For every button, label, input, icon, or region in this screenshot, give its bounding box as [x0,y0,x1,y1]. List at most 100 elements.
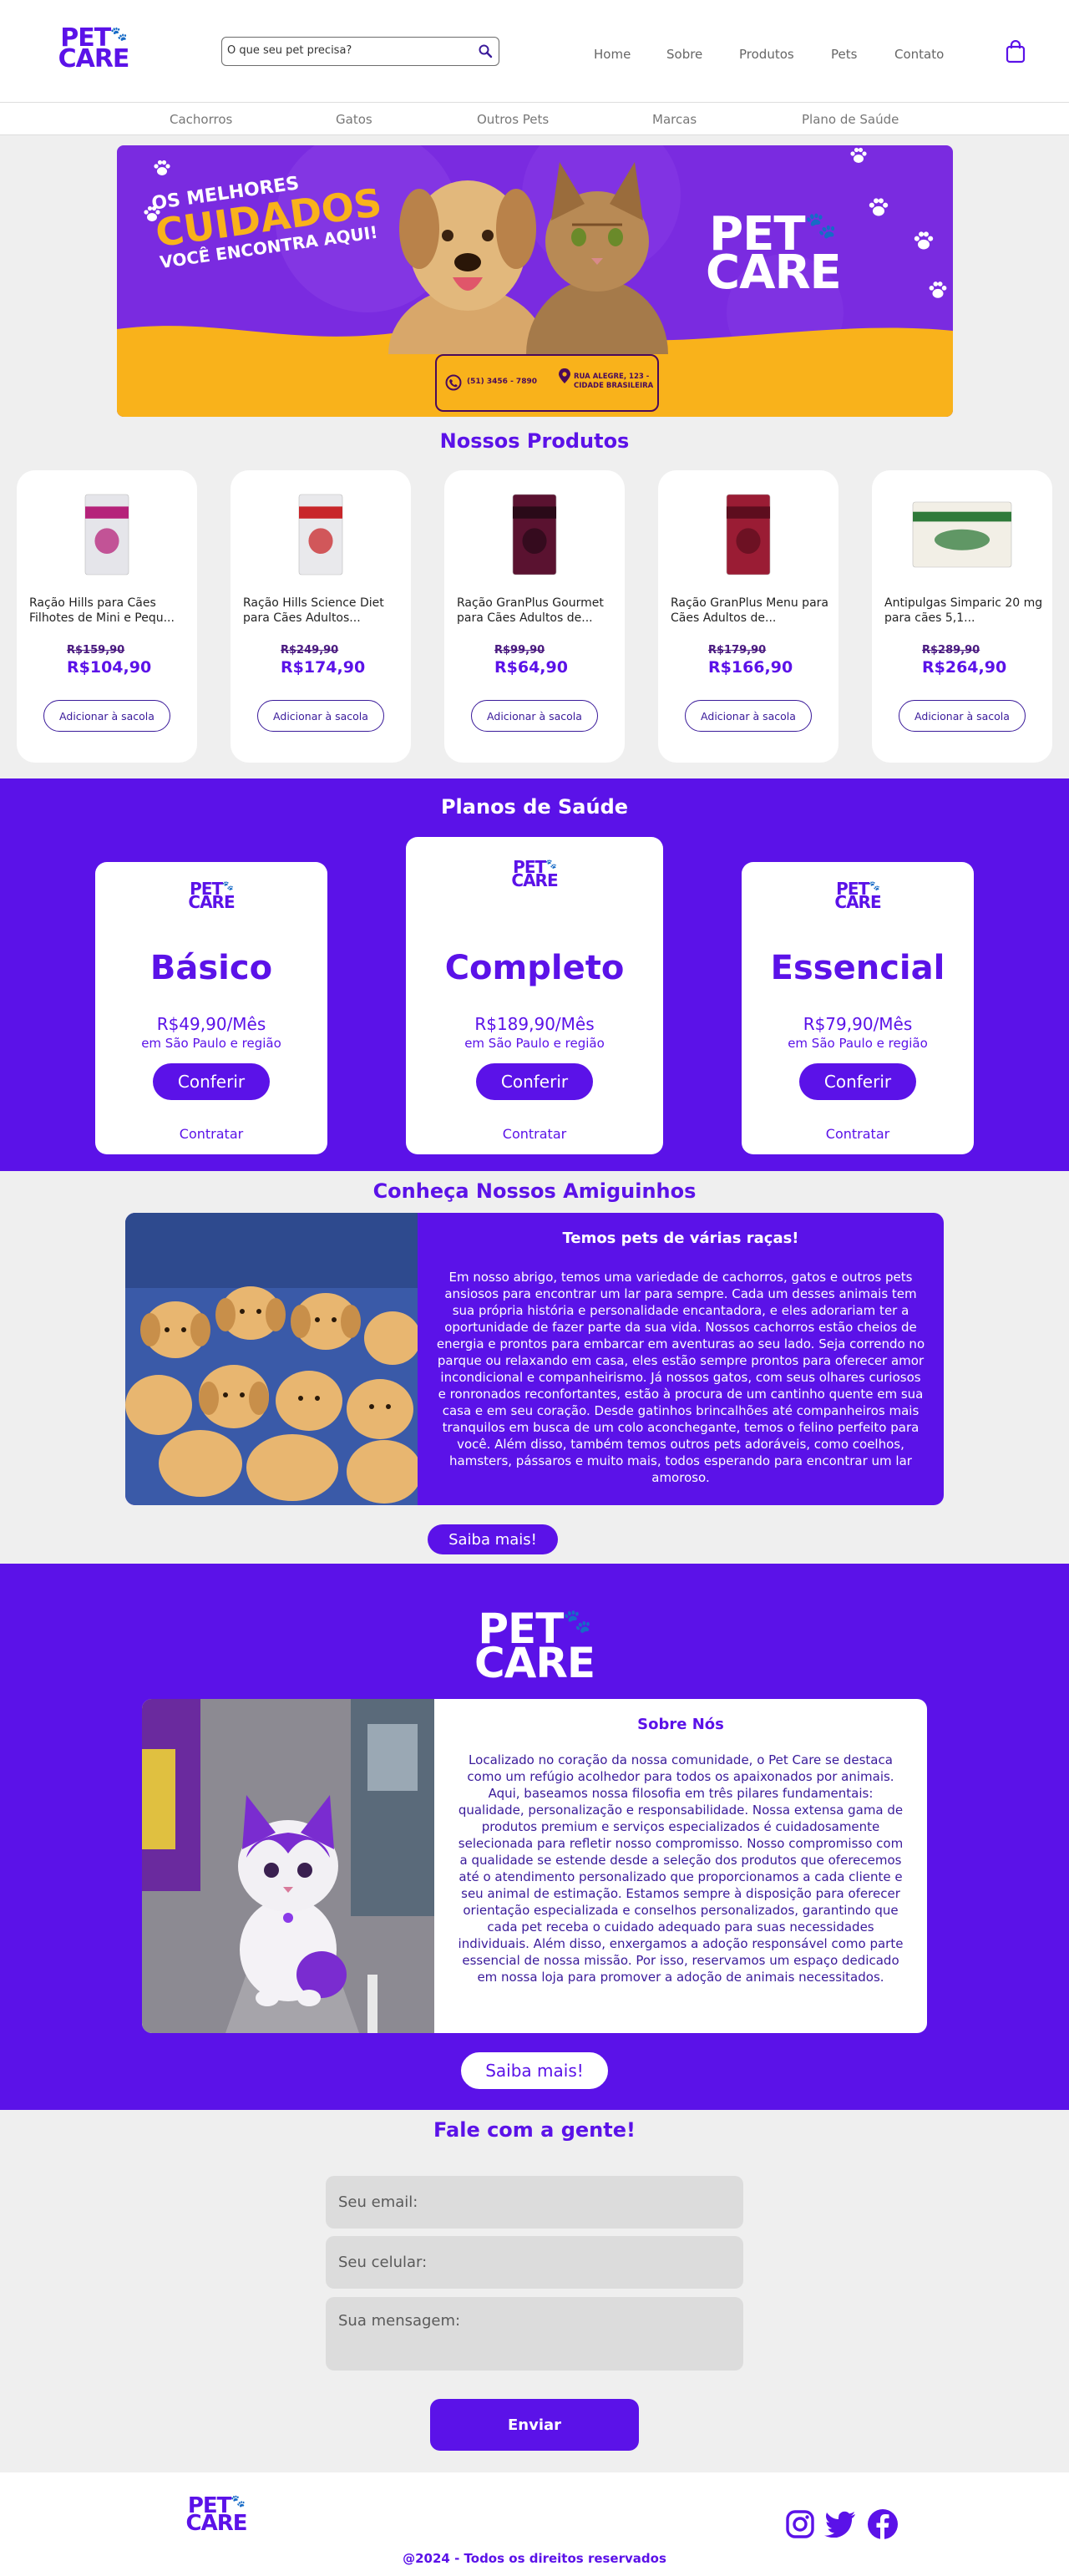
plan-region: em São Paulo e região [141,1036,281,1051]
product-card[interactable]: Antipulgas Simparic 20 mg para cães 5,1.… [872,470,1052,763]
logo[interactable]: PET🐾 CARE [53,26,134,74]
search-icon[interactable] [478,43,493,58]
add-to-bag-button[interactable]: Adicionar à sacola [471,700,598,732]
product-price: R$64,90 [494,658,568,677]
email-field[interactable] [326,2176,743,2229]
product-image [512,494,557,576]
product-price: R$166,90 [708,658,793,677]
message-field[interactable] [326,2297,743,2371]
product-old-price: R$249,90 [281,644,339,657]
nav-produtos[interactable]: Produtos [739,47,794,62]
paw-icon: 🐾 [804,210,837,241]
contratar-link[interactable]: Contratar [95,1126,327,1142]
product-image [298,494,343,576]
plan-card-essencial: PET🐾 CARE Essencial R$79,90/Mês em São Pa… [742,862,974,1154]
plan-name: Completo [444,949,625,987]
add-to-bag-button[interactable]: Adicionar à sacola [257,700,384,732]
about-section: PET🐾 CARE Sobre Nós Localizado no coraçã… [0,1564,1069,2110]
product-old-price: R$159,90 [67,644,125,657]
conferir-button[interactable]: Conferir [153,1063,270,1100]
category-gatos[interactable]: Gatos [336,112,372,127]
facebook-icon[interactable] [867,2508,899,2540]
nav-home[interactable]: Home [594,47,631,62]
category-marcas[interactable]: Marcas [652,112,697,127]
product-image [912,501,1012,568]
product-card[interactable]: Ração Hills para Cães Filhotes de Mini e… [17,470,197,763]
category-cachorros[interactable]: Cachorros [170,112,232,127]
about-logo-line2: CARE [474,1639,595,1687]
twitter-icon[interactable] [824,2511,856,2538]
location-pin-icon [559,368,570,383]
pets-card-title: Temos pets de várias raças! [562,1230,799,1247]
banner-address-line2: CIDADE BRASILEIRA [574,382,654,390]
copyright: @2024 - Todos os direitos reservados [403,2551,666,2566]
plan-price: R$189,90/Mês [474,1014,595,1034]
banner-address: RUA ALEGRE, 123 - CIDADE BRASILEIRA [574,373,653,391]
nav-pets[interactable]: Pets [831,47,857,62]
about-saiba-mais-button[interactable]: Saiba mais! [459,2051,610,2091]
add-to-bag-button[interactable]: Adicionar à sacola [899,700,1026,732]
instagram-icon[interactable] [785,2509,815,2539]
product-card[interactable]: Ração Hills Science Diet para Cães Adult… [231,470,411,763]
footer: PET🐾 CARE @2024 - Todos os direitos rese… [0,2472,1069,2576]
contact-title: Fale com a gente! [433,2118,636,2142]
paw-icon [869,198,889,216]
plan-card-basico: PET🐾 CARE Básico R$49,90/Mês em São Paulo… [95,862,327,1154]
contratar-link[interactable]: Contratar [742,1126,974,1142]
search-box [221,37,499,66]
nav-sobre[interactable]: Sobre [666,47,702,62]
about-card-text: Sobre Nós Localizado no coração da nossa… [434,1699,927,2033]
category-outros-pets[interactable]: Outros Pets [477,112,549,127]
contratar-link[interactable]: Contratar [406,1126,663,1142]
product-card[interactable]: Ração GranPlus Gourmet para Cães Adultos… [444,470,625,763]
product-old-price: R$289,90 [922,644,980,657]
product-image [726,494,771,576]
banner-logo: PET🐾 CARE [706,211,842,297]
product-name: Ração Hills Science Diet para Cães Adult… [243,596,384,625]
add-to-bag-button[interactable]: Adicionar à sacola [685,700,812,732]
about-card: Sobre Nós Localizado no coração da nossa… [142,1699,927,2033]
plan-price: R$79,90/Mês [803,1014,913,1034]
pets-saiba-mais-button[interactable]: Saiba mais! [428,1524,558,1554]
add-to-bag-button[interactable]: Adicionar à sacola [43,700,170,732]
hero-banner[interactable]: OS MELHORES CUIDADOS VOCÊ ENCONTRA AQUI!… [117,145,953,417]
paw-icon: 🐾 [110,26,128,42]
pets-card: Temos pets de várias raças! Em nosso abr… [125,1213,944,1505]
purple-cat-photo [142,1699,434,2033]
product-price: R$104,90 [67,658,152,677]
plan-logo-line2: CARE [188,892,235,913]
paw-icon [929,281,947,298]
product-image [84,494,129,576]
conferir-button[interactable]: Conferir [799,1063,916,1100]
plan-logo-line2: CARE [511,870,558,891]
plan-logo: PET🐾 CARE [406,859,663,891]
send-button[interactable]: Enviar [430,2399,639,2451]
paw-icon: 🐾 [563,1608,591,1635]
nav-contato[interactable]: Contato [894,47,944,62]
footer-logo-line2: CARE [185,2511,248,2537]
product-old-price: R$179,90 [708,644,767,657]
products-title: Nossos Produtos [439,429,630,453]
plan-card-completo: PET🐾 CARE Completo R$189,90/Mês em São Pa… [406,837,663,1154]
product-card[interactable]: Ração GranPlus Menu para Cães Adultos de… [658,470,838,763]
product-old-price: R$99,90 [494,644,545,657]
logo-line2: CARE [58,43,130,74]
plan-logo-line2: CARE [834,892,881,913]
category-plano-saude[interactable]: Plano de Saúde [802,112,899,127]
pets-card-paragraph: Em nosso abrigo, temos uma variedade de … [436,1270,925,1485]
plan-price: R$49,90/Mês [156,1014,266,1034]
paw-icon [850,147,867,163]
phone-field[interactable] [326,2236,743,2289]
plan-region: em São Paulo e região [788,1036,928,1051]
conferir-button[interactable]: Conferir [476,1063,593,1100]
banner-address-line1: RUA ALEGRE, 123 - [574,373,650,381]
phone-icon [445,374,462,391]
shopping-bag-icon[interactable] [1005,40,1026,63]
pets-title: Conheça Nossos Amiguinhos [372,1179,697,1203]
footer-logo[interactable]: PET🐾 CARE [179,2495,254,2537]
plan-name: Básico [149,949,273,987]
product-price: R$174,90 [281,658,366,677]
search-input[interactable] [227,38,469,63]
header: PET🐾 CARE Home Sobre Produtos Pets Conta… [0,0,1069,102]
plan-logo: PET🐾 CARE [95,880,327,913]
